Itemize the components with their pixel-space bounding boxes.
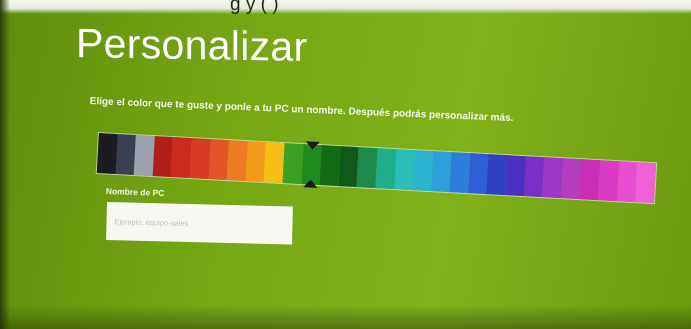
color-swatch[interactable]: [542, 157, 564, 199]
color-swatch[interactable]: [226, 140, 248, 182]
cut-off-top-text: g y ( ): [230, 0, 279, 14]
left-edge-shadow: [0, 0, 10, 329]
color-swatch[interactable]: [393, 149, 415, 191]
color-swatch[interactable]: [96, 133, 118, 174]
color-swatch[interactable]: [338, 146, 359, 188]
color-swatch[interactable]: [375, 148, 397, 190]
color-swatch[interactable]: [560, 158, 582, 200]
color-swatch[interactable]: [189, 138, 211, 180]
color-swatch[interactable]: [468, 153, 489, 195]
color-swatch[interactable]: [579, 159, 601, 201]
color-swatch[interactable]: [598, 160, 619, 202]
bottom-edge-shadow: [0, 305, 691, 329]
color-swatch[interactable]: [616, 161, 638, 203]
color-swatch[interactable]: [319, 145, 341, 187]
color-swatch[interactable]: [505, 155, 526, 197]
color-swatch[interactable]: [412, 150, 434, 192]
color-swatch[interactable]: [208, 139, 229, 181]
color-swatch[interactable]: [356, 147, 378, 189]
color-swatch[interactable]: [263, 142, 285, 184]
color-swatch[interactable]: [152, 136, 174, 178]
color-swatch[interactable]: [245, 141, 267, 183]
pc-name-label: Nombre de PC: [105, 186, 165, 199]
color-swatch[interactable]: [486, 154, 508, 196]
color-swatch[interactable]: [171, 137, 192, 179]
color-swatch[interactable]: [133, 135, 155, 177]
color-swatch[interactable]: [430, 151, 452, 193]
color-swatch[interactable]: [523, 156, 545, 198]
page-title: Personalizar: [76, 20, 308, 71]
color-swatch[interactable]: [449, 152, 471, 194]
selection-arrow-down-icon[interactable]: [305, 141, 320, 150]
color-swatch[interactable]: [282, 143, 304, 185]
color-swatch[interactable]: [635, 162, 656, 204]
color-swatch[interactable]: [115, 134, 137, 176]
pc-name-input[interactable]: [106, 202, 293, 245]
selection-arrow-up-icon[interactable]: [302, 179, 318, 188]
